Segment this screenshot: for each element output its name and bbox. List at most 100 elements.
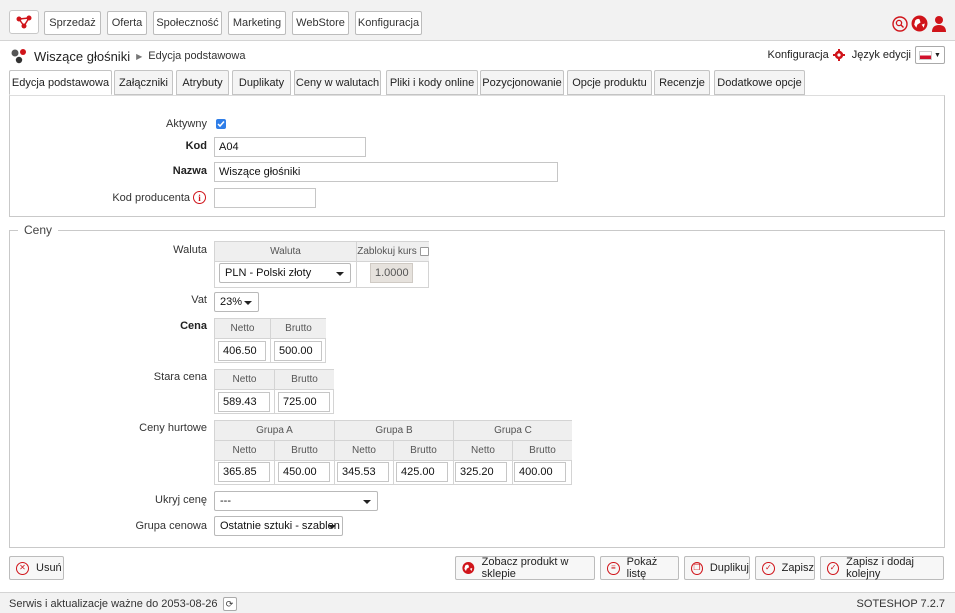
- user-icon[interactable]: [931, 15, 947, 32]
- wholesale-divider: [334, 421, 335, 485]
- globe-icon: [462, 562, 475, 574]
- list-icon: ≡: [607, 561, 620, 575]
- logo-icon: [16, 15, 32, 29]
- vat-select-value: 23%: [220, 296, 243, 308]
- name-input[interactable]: Wiszące głośniki: [214, 162, 558, 182]
- save-button[interactable]: ✓ Zapisz: [755, 556, 815, 580]
- check-icon: ✓: [762, 561, 775, 575]
- wholesale-divider: [512, 441, 513, 485]
- logo-button[interactable]: [9, 10, 39, 34]
- save-add-next-label: Zapisz i dodaj kolejny: [846, 556, 914, 580]
- tab-opcje-produktu[interactable]: Opcje produktu: [567, 70, 652, 95]
- lock-rate-checkbox[interactable]: [419, 247, 429, 256]
- price-group-select[interactable]: Ostatnie sztuki - szablon: [214, 516, 343, 536]
- price-netto-input[interactable]: 406.50: [218, 341, 266, 361]
- tab-pozycjonowanie[interactable]: Pozycjonowanie: [480, 70, 564, 95]
- breadcrumb: Wiszące głośniki ▶ Edycja podstawowa: [10, 48, 245, 64]
- version-label: SOTESHOP 7.2.7: [856, 598, 945, 610]
- group-b-netto-header: Netto: [334, 441, 393, 461]
- old-netto-header: Netto: [215, 370, 274, 390]
- save-label: Zapisz: [781, 562, 814, 574]
- show-list-button[interactable]: ≡ Pokaż listę: [600, 556, 679, 580]
- config-link[interactable]: Konfiguracja: [768, 49, 829, 61]
- group-b-netto-input[interactable]: 345.53: [337, 462, 389, 482]
- old-brutto-input[interactable]: 725.00: [278, 392, 330, 412]
- duplicate-icon: ❐: [691, 561, 703, 575]
- currency-select-value: PLN - Polski złoty: [225, 267, 312, 279]
- group-a-brutto-input[interactable]: 450.00: [278, 462, 330, 482]
- producer-code-label: Kod producenta: [112, 192, 190, 204]
- refresh-icon[interactable]: ⟳: [222, 597, 237, 611]
- language-label: Język edycji: [851, 49, 911, 61]
- old-netto-input[interactable]: 589.43: [218, 392, 270, 412]
- code-label: Kod: [185, 140, 207, 152]
- currency-select[interactable]: PLN - Polski złoty: [219, 263, 351, 283]
- group-a-netto-header: Netto: [215, 441, 274, 461]
- group-c-netto-input[interactable]: 325.20: [455, 462, 507, 482]
- price-label: Cena: [180, 320, 207, 332]
- producer-code-input[interactable]: [214, 188, 316, 208]
- search-icon[interactable]: [892, 15, 908, 32]
- vat-select[interactable]: 23%: [214, 292, 259, 312]
- chevron-down-icon: [244, 301, 252, 305]
- nav-sprzedaz[interactable]: Sprzedaż: [44, 11, 101, 35]
- group-c-brutto-input[interactable]: 400.00: [514, 462, 566, 482]
- group-a-netto-input[interactable]: 365.85: [218, 462, 270, 482]
- chevron-down-icon: [363, 500, 371, 504]
- view-in-shop-label: Zobacz produkt w sklepie: [481, 556, 569, 580]
- delete-button[interactable]: ✕ Usuń: [9, 556, 64, 580]
- delete-button-label: Usuń: [36, 562, 62, 574]
- tab-edycja-podstawowa[interactable]: Edycja podstawowa: [9, 70, 112, 95]
- breadcrumb-product[interactable]: Wiszące głośniki: [34, 49, 130, 64]
- nav-oferta[interactable]: Oferta: [107, 11, 147, 35]
- globe-icon[interactable]: [911, 15, 928, 32]
- check-icon: ✓: [827, 561, 840, 575]
- close-icon: ✕: [16, 561, 29, 575]
- nav-spolecznosc[interactable]: Społeczność: [153, 11, 222, 35]
- active-checkbox[interactable]: [216, 119, 226, 129]
- currency-col-divider: [356, 242, 357, 288]
- group-b-header: Grupa B: [334, 421, 453, 441]
- code-input[interactable]: A04: [214, 137, 366, 157]
- group-c-header: Grupa C: [453, 421, 572, 441]
- nav-marketing[interactable]: Marketing: [228, 11, 286, 35]
- gear-icon[interactable]: [832, 49, 845, 61]
- tab-atrybuty[interactable]: Atrybuty: [176, 70, 229, 95]
- save-add-next-button[interactable]: ✓ Zapisz i dodaj kolejny: [820, 556, 944, 580]
- price-brutto-input[interactable]: 500.00: [274, 341, 322, 361]
- wholesale-label: Ceny hurtowe: [139, 422, 207, 434]
- chevron-down-icon: [328, 525, 336, 529]
- info-icon[interactable]: i: [193, 191, 206, 204]
- tab-pliki-i-kody[interactable]: Pliki i kody online: [386, 70, 478, 95]
- tab-duplikaty[interactable]: Duplikaty: [232, 70, 291, 95]
- duplicate-button[interactable]: ❐ Duplikuj: [684, 556, 750, 580]
- tab-recenzje[interactable]: Recenzje: [654, 70, 710, 95]
- nav-webstore[interactable]: WebStore: [292, 11, 349, 35]
- price-col-divider: [270, 319, 271, 363]
- check-icon: [217, 121, 225, 128]
- rate-input: 1.0000: [370, 263, 413, 283]
- group-b-brutto-input[interactable]: 425.00: [396, 462, 448, 482]
- hide-price-select[interactable]: ---: [214, 491, 378, 511]
- chevron-down-icon: [336, 272, 344, 276]
- old-brutto-header: Brutto: [274, 370, 334, 390]
- duplicate-label: Duplikuj: [709, 562, 749, 574]
- old-price-label: Stara cena: [153, 371, 207, 383]
- tab-dodatkowe-opcje[interactable]: Dodatkowe opcje: [714, 70, 805, 95]
- tab-zalaczniki[interactable]: Załączniki: [114, 70, 173, 95]
- nav-konfiguracja[interactable]: Konfiguracja: [355, 11, 422, 35]
- group-c-netto-header: Netto: [453, 441, 512, 461]
- view-in-shop-button[interactable]: Zobacz produkt w sklepie: [455, 556, 595, 580]
- footer: Serwis i aktualizacje ważne do 2053-08-2…: [0, 592, 955, 613]
- tab-ceny-w-walutach[interactable]: Ceny w walutach: [294, 70, 381, 95]
- chevron-down-icon: ▼: [934, 51, 941, 59]
- currency-label: Waluta: [173, 244, 207, 256]
- language-select[interactable]: ▼: [915, 46, 945, 64]
- show-list-label: Pokaż listę: [626, 556, 658, 580]
- old-price-col-divider: [274, 370, 275, 414]
- breadcrumb-separator-icon: ▶: [136, 51, 143, 61]
- currency-header: Waluta: [215, 242, 356, 262]
- price-brutto-header: Brutto: [270, 319, 326, 339]
- right-tools: Konfiguracja Język edycji ▼: [768, 46, 945, 64]
- hide-price-label: Ukryj cenę: [155, 494, 207, 506]
